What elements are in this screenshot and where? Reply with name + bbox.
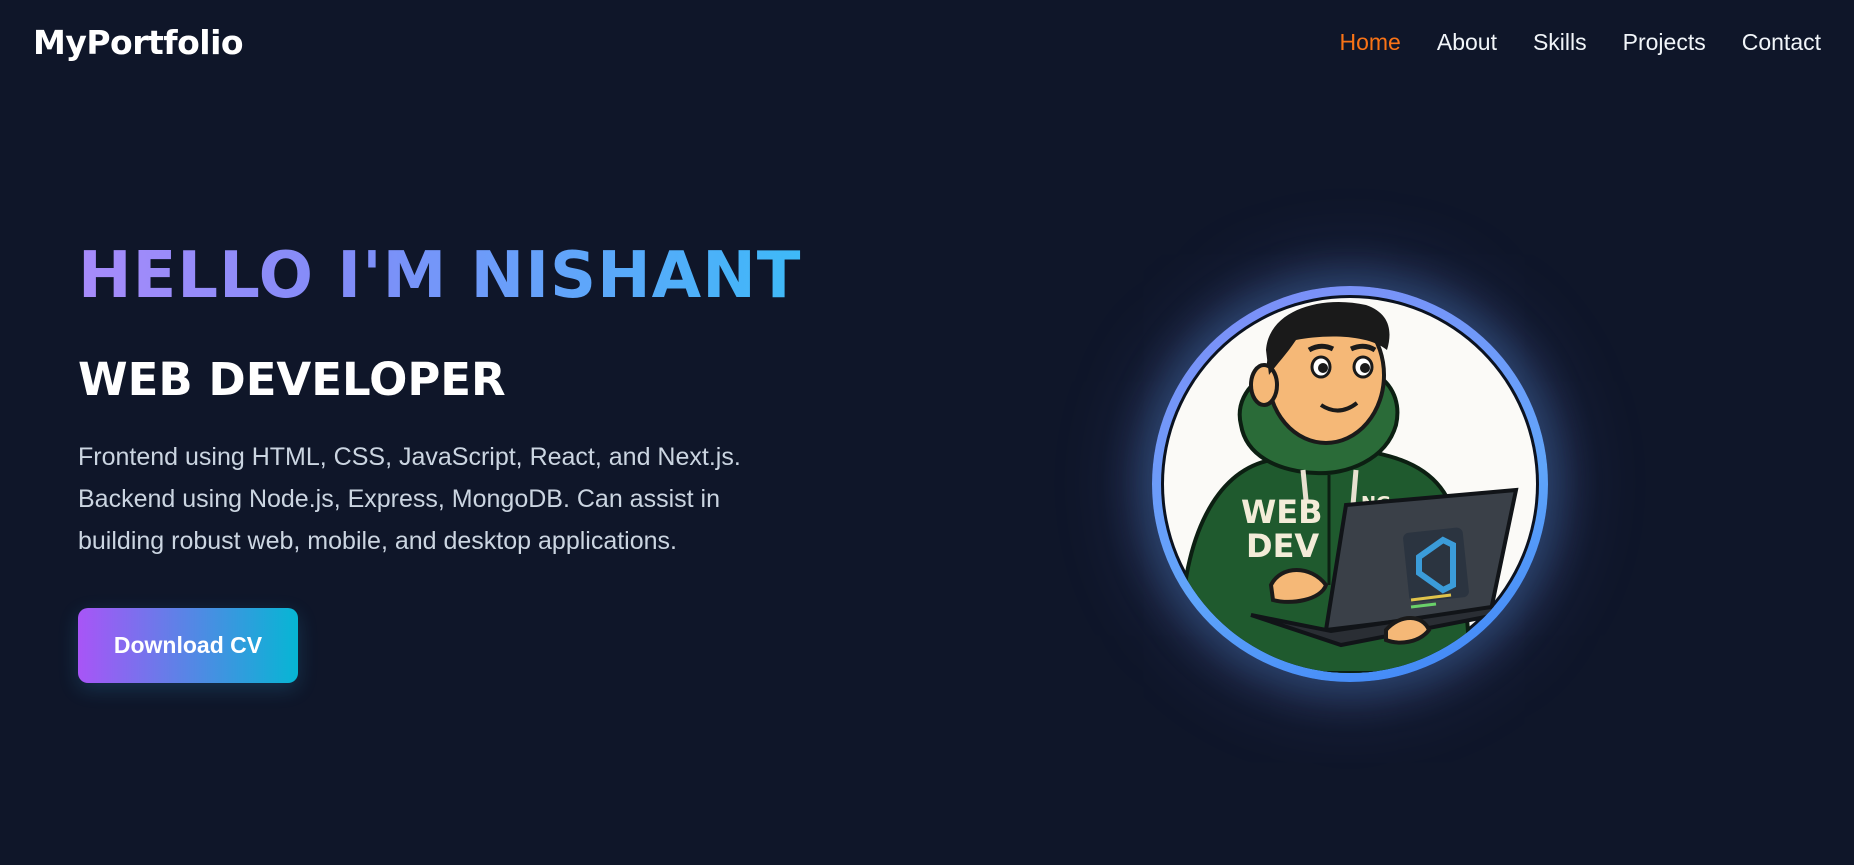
portfolio-page: MyPortfolio Home About Skills Projects C… bbox=[0, 0, 1854, 865]
navbar: MyPortfolio Home About Skills Projects C… bbox=[0, 0, 1854, 84]
avatar: WEB DEV NG bbox=[1152, 286, 1548, 682]
nav-link-skills[interactable]: Skills bbox=[1533, 29, 1587, 56]
hero-description: Frontend using HTML, CSS, JavaScript, Re… bbox=[78, 443, 741, 555]
hero-section: HELLO I'M NISHANT WEB DEVELOPER Frontend… bbox=[78, 236, 838, 683]
ear bbox=[1249, 363, 1279, 407]
hero-greeting: HELLO I'M NISHANT bbox=[78, 236, 838, 316]
site-logo[interactable]: MyPortfolio bbox=[33, 23, 244, 62]
nav-link-about[interactable]: About bbox=[1437, 29, 1497, 56]
download-cv-button[interactable]: Download CV bbox=[78, 608, 298, 683]
hero-role: WEB DEVELOPER bbox=[78, 353, 506, 406]
developer-illustration: WEB DEV NG bbox=[1164, 298, 1536, 673]
hoodie-text-dev: DEV bbox=[1246, 527, 1319, 565]
nav-link-projects[interactable]: Projects bbox=[1623, 29, 1706, 56]
nav-links: Home About Skills Projects Contact bbox=[1304, 29, 1822, 56]
nav-link-home[interactable]: Home bbox=[1340, 29, 1401, 56]
hoodie-text-web: WEB bbox=[1241, 493, 1323, 531]
nav-link-contact[interactable]: Contact bbox=[1742, 29, 1821, 56]
avatar-image: WEB DEV NG bbox=[1161, 295, 1539, 673]
hand bbox=[1268, 568, 1329, 604]
